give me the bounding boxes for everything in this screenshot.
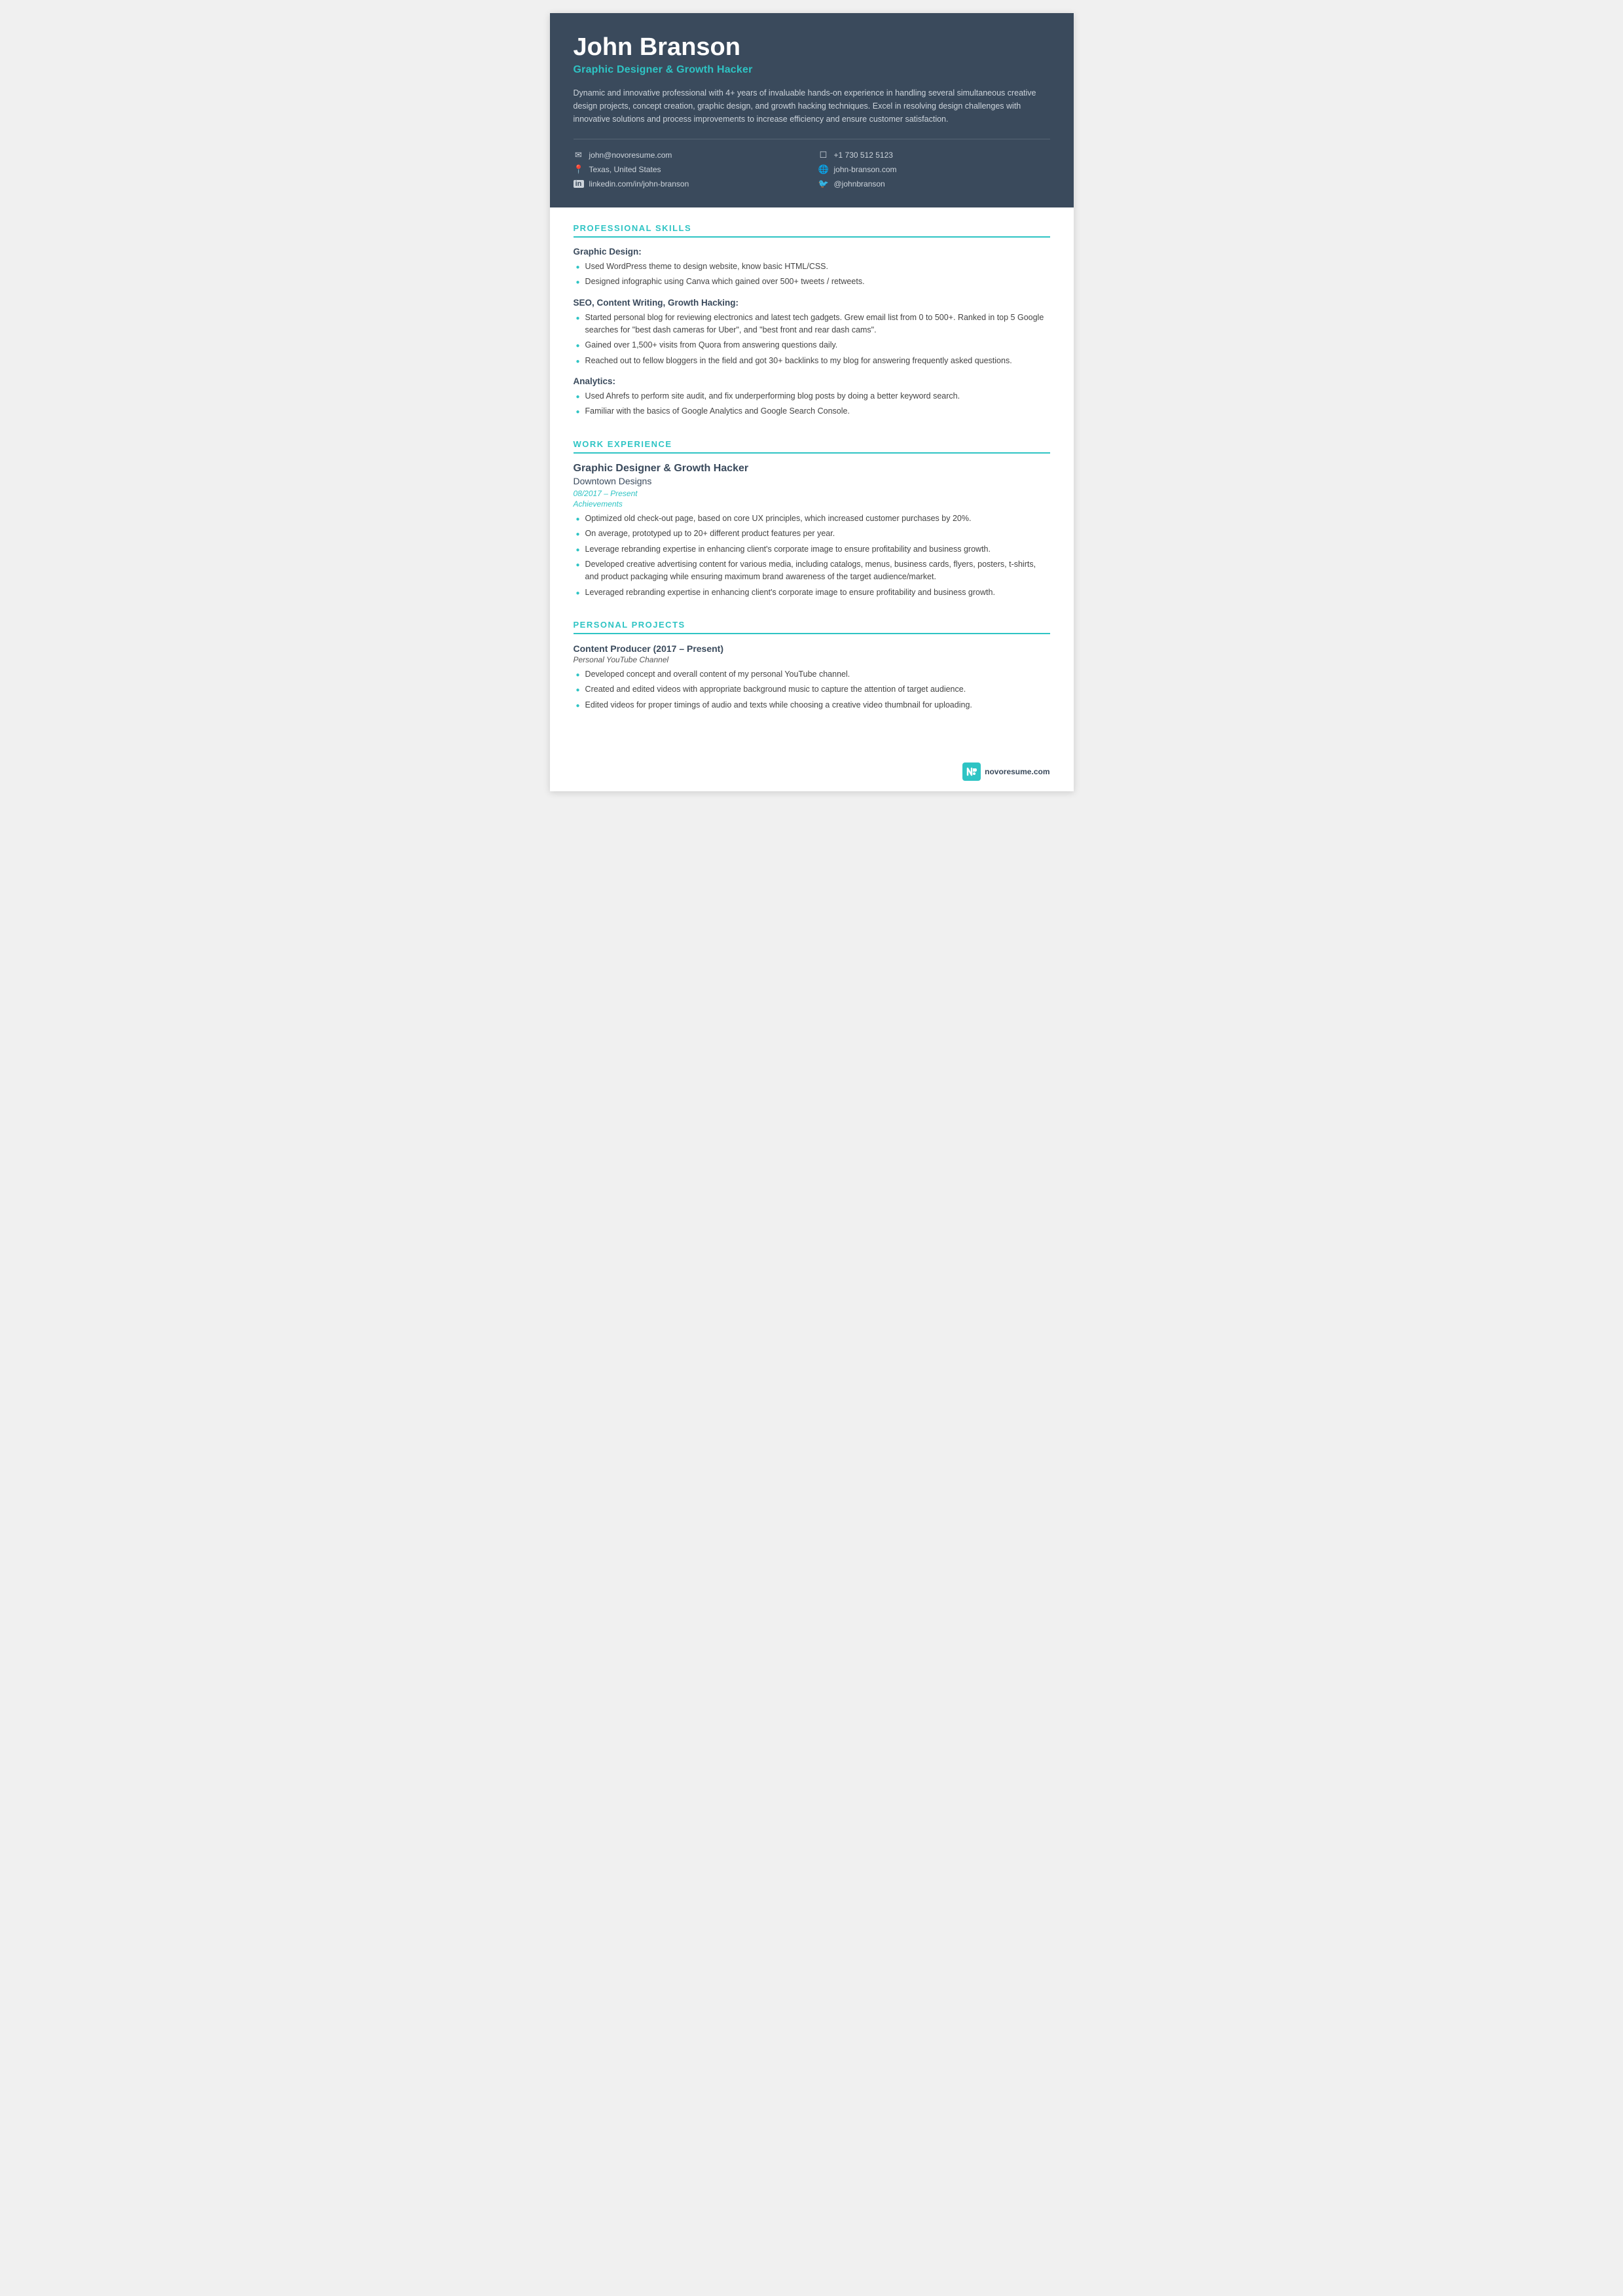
project-bullets: Developed concept and overall content of… [576, 668, 1050, 711]
list-item: Leverage rebranding expertise in enhanci… [576, 543, 1050, 556]
list-item: Familiar with the basics of Google Analy… [576, 405, 1050, 418]
list-item: Reached out to fellow bloggers in the fi… [576, 355, 1050, 367]
list-item: Created and edited videos with appropria… [576, 683, 1050, 696]
contact-twitter: 🐦 @johnbranson [818, 179, 1050, 189]
website-text: john-branson.com [834, 165, 897, 174]
company-name: Downtown Designs [574, 476, 1050, 486]
contact-phone: ☐ +1 730 512 5123 [818, 150, 1050, 160]
projects-section: PERSONAL PROJECTS Content Producer (2017… [574, 620, 1050, 711]
list-item: Started personal blog for reviewing elec… [576, 312, 1050, 337]
list-item: Optimized old check-out page, based on c… [576, 512, 1050, 525]
resume-body: PROFESSIONAL SKILLS Graphic Design: Used… [550, 207, 1074, 751]
candidate-summary: Dynamic and innovative professional with… [574, 86, 1050, 126]
list-item: Gained over 1,500+ visits from Quora fro… [576, 339, 1050, 351]
work-section: WORK EXPERIENCE Graphic Designer & Growt… [574, 439, 1050, 599]
resume-document: John Branson Graphic Designer & Growth H… [550, 13, 1074, 791]
achievements-label: Achievements [574, 499, 1050, 509]
contact-email: ✉ john@novoresume.com [574, 150, 805, 160]
phone-icon: ☐ [818, 150, 829, 160]
work-bullets: Optimized old check-out page, based on c… [576, 512, 1050, 599]
analytics-list: Used Ahrefs to perform site audit, and f… [576, 390, 1050, 418]
graphic-design-title: Graphic Design: [574, 247, 1050, 257]
contact-website: 🌐 john-branson.com [818, 164, 1050, 175]
job-title: Graphic Designer & Growth Hacker [574, 463, 1050, 475]
list-item: On average, prototyped up to 20+ differe… [576, 528, 1050, 540]
contact-location: 📍 Texas, United States [574, 164, 805, 175]
project-title: Content Producer (2017 – Present) [574, 643, 1050, 654]
twitter-text: @johnbranson [834, 179, 885, 188]
location-text: Texas, United States [589, 165, 661, 174]
logo-icon [962, 762, 981, 781]
novoresume-logo: novoresume.com [962, 762, 1049, 781]
work-date: 08/2017 – Present [574, 489, 1050, 498]
resume-footer: novoresume.com [550, 756, 1074, 791]
list-item: Developed concept and overall content of… [576, 668, 1050, 681]
skills-section: PROFESSIONAL SKILLS Graphic Design: Used… [574, 223, 1050, 418]
list-item: Used Ahrefs to perform site audit, and f… [576, 390, 1050, 403]
candidate-name: John Branson [574, 34, 1050, 62]
linkedin-icon: in [574, 180, 584, 188]
web-icon: 🌐 [818, 164, 829, 175]
contact-grid: ✉ john@novoresume.com ☐ +1 730 512 5123 … [574, 139, 1050, 189]
candidate-title: Graphic Designer & Growth Hacker [574, 64, 1050, 76]
list-item: Leveraged rebranding expertise in enhanc… [576, 586, 1050, 599]
list-item: Designed infographic using Canva which g… [576, 276, 1050, 288]
logo-svg [966, 766, 977, 778]
twitter-icon: 🐦 [818, 179, 829, 189]
projects-section-title: PERSONAL PROJECTS [574, 620, 1050, 634]
analytics-title: Analytics: [574, 376, 1050, 386]
list-item: Edited videos for proper timings of audi… [576, 699, 1050, 711]
skills-section-title: PROFESSIONAL SKILLS [574, 223, 1050, 238]
graphic-design-list: Used WordPress theme to design website, … [576, 260, 1050, 289]
work-section-title: WORK EXPERIENCE [574, 439, 1050, 454]
seo-title: SEO, Content Writing, Growth Hacking: [574, 298, 1050, 308]
location-icon: 📍 [574, 164, 584, 175]
list-item: Developed creative advertising content f… [576, 558, 1050, 584]
list-item: Used WordPress theme to design website, … [576, 260, 1050, 273]
phone-text: +1 730 512 5123 [834, 151, 893, 160]
resume-header: John Branson Graphic Designer & Growth H… [550, 13, 1074, 207]
contact-linkedin: in linkedin.com/in/john-branson [574, 179, 805, 189]
logo-text: novoresume.com [985, 767, 1049, 776]
email-text: john@novoresume.com [589, 151, 672, 160]
seo-list: Started personal blog for reviewing elec… [576, 312, 1050, 368]
email-icon: ✉ [574, 150, 584, 160]
project-subtitle: Personal YouTube Channel [574, 655, 1050, 664]
linkedin-text: linkedin.com/in/john-branson [589, 179, 689, 188]
